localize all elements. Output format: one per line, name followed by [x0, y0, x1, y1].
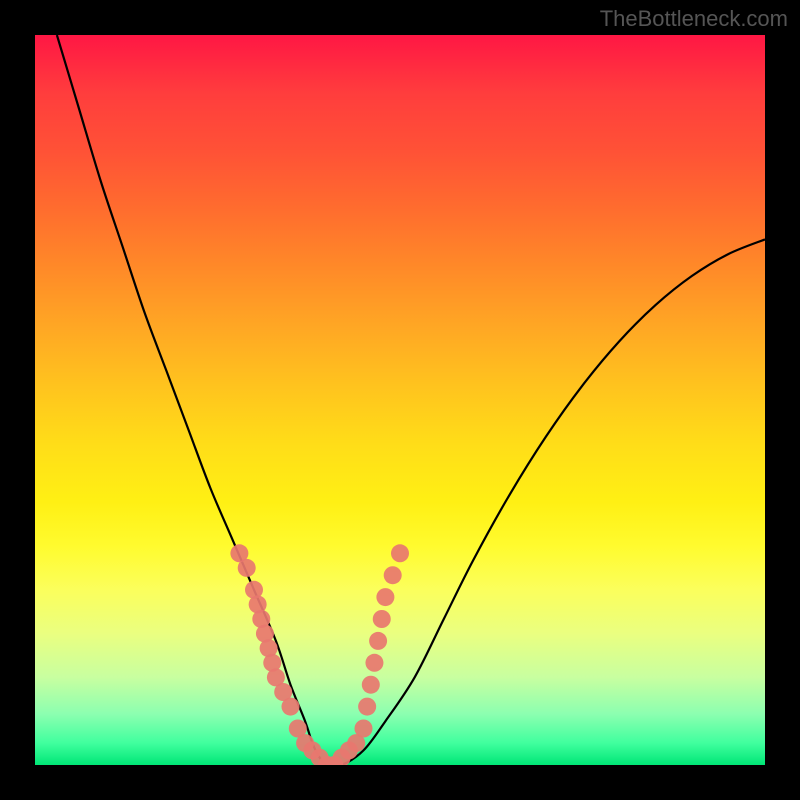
marker-dot: [373, 610, 391, 628]
marker-dot: [365, 654, 383, 672]
marker-dot: [391, 544, 409, 562]
marker-dot: [376, 588, 394, 606]
marker-dot: [384, 566, 402, 584]
marker-dot: [362, 676, 380, 694]
plot-area: [35, 35, 765, 765]
marker-dot: [369, 632, 387, 650]
marker-dot: [238, 559, 256, 577]
marker-dot: [355, 720, 373, 738]
attribution-text: TheBottleneck.com: [600, 6, 788, 32]
curve-markers: [230, 544, 409, 765]
marker-dot: [358, 698, 376, 716]
chart-svg: [35, 35, 765, 765]
marker-dot: [282, 698, 300, 716]
bottleneck-curve: [57, 35, 765, 765]
